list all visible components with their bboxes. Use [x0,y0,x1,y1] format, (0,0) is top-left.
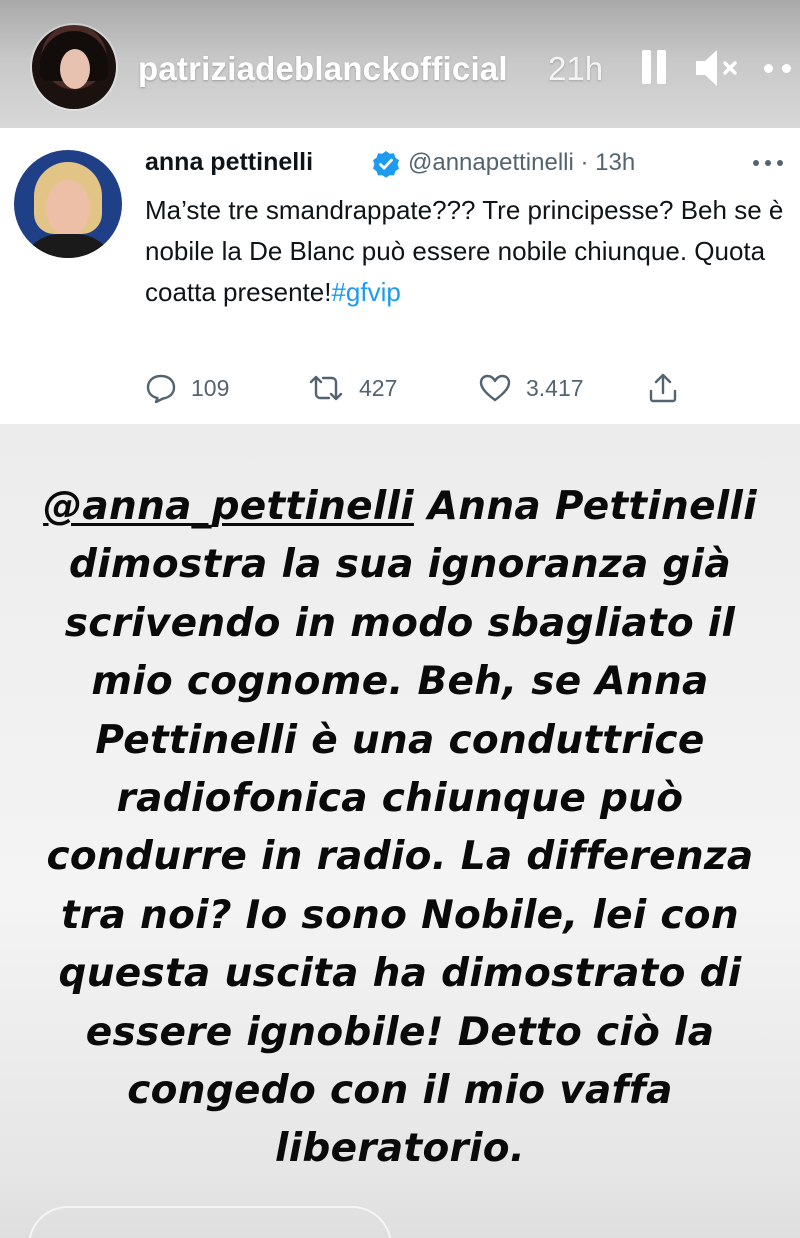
story-username[interactable]: patriziadeblanckofficial [138,50,508,88]
tweet-text: Ma’ste tre smandrappate??? Tre principes… [145,190,795,313]
tweet-avatar-body [20,234,116,258]
reply-field-outline[interactable] [28,1206,392,1238]
tweet-actions: 109 427 3.417 [145,368,705,408]
verified-badge-icon [373,151,399,178]
story-avatar[interactable] [32,25,116,109]
tweet-avatar[interactable] [14,150,122,258]
tweet-body: Ma’ste tre smandrappate??? Tre principes… [145,195,784,307]
tweet-card: anna pettinelli @annapettinelli · 13h Ma… [0,128,800,424]
story-caption: @anna_pettinelli Anna Pettinelli dimostr… [40,478,760,1179]
speaker-muted-icon[interactable] [694,46,740,90]
story-timestamp: 21h [548,50,604,87]
retweet-icon [309,375,343,401]
heart-icon [479,374,511,402]
share-button[interactable] [647,368,679,408]
reply-icon [146,374,176,404]
share-icon [649,373,677,403]
instagram-story: patriziadeblanckofficial 21h anna pettin… [0,0,800,1238]
tweet-handle-time: @annapettinelli · 13h [408,149,636,176]
like-button[interactable]: 3.417 [478,368,584,408]
tweet-more-icon[interactable] [750,158,786,168]
caption-mention[interactable]: @anna_pettinelli [43,484,414,529]
story-header: patriziadeblanckofficial 21h [0,0,800,140]
retweet-count: 427 [359,374,398,401]
reply-count: 109 [191,374,230,401]
like-count: 3.417 [526,374,584,401]
tweet-author-name[interactable]: anna pettinelli [145,148,313,177]
retweet-button[interactable]: 427 [307,368,397,408]
tweet-hashtag[interactable]: #gfvip [331,277,400,307]
pause-icon[interactable] [640,46,670,90]
reply-button[interactable]: 109 [145,368,229,408]
tweet-avatar-face [46,180,90,236]
avatar-face [60,49,90,89]
more-horizontal-icon[interactable] [760,46,800,90]
caption-text: Anna Pettinelli dimostra la sua ignoranz… [46,484,757,1172]
